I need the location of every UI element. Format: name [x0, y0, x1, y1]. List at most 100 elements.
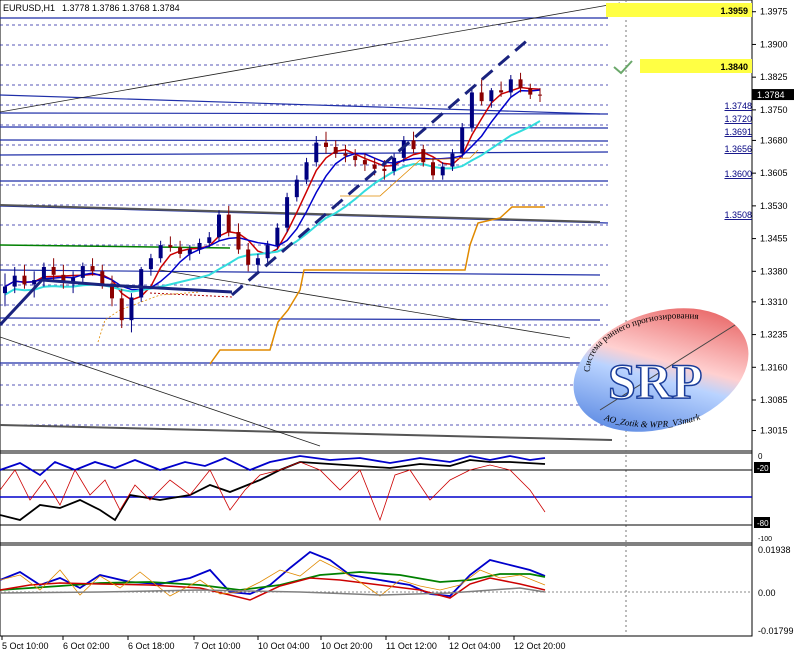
- ind1-black-line: [0, 459, 546, 522]
- candle-body: [22, 275, 27, 285]
- price-tick-label: 1.3310: [760, 297, 788, 307]
- ind2-tick-bottom: -0.01799: [758, 626, 794, 636]
- candle-body: [226, 214, 231, 233]
- level-labels: 1.3748 1.3720 1.3691 1.3656 1.3600 1.3508: [724, 101, 752, 220]
- candle-body: [12, 275, 17, 287]
- ma-red-line: [4, 86, 541, 301]
- level-label-1.3508: 1.3508: [724, 210, 752, 220]
- ind1-tick-20: -20: [757, 464, 769, 473]
- candle-body: [129, 297, 134, 321]
- candle-body: [499, 90, 504, 93]
- candle-body: [382, 168, 387, 171]
- candle-body: [304, 162, 309, 180]
- level-label-1.3656: 1.3656: [724, 144, 752, 154]
- candle-body: [168, 245, 173, 248]
- price-axis[interactable]: 1.3975 1.3900 1.3825 1.3750 1.3680 1.3605 1.35…: [752, 7, 788, 436]
- candle-body: [392, 157, 397, 171]
- time-tick-label: 6 Oct 02:00: [63, 641, 110, 651]
- candle-body: [197, 242, 202, 250]
- price-chart-svg[interactable]: EURUSD,H1 1.3778 1.3786 1.3768 1.3784 1.…: [0, 0, 794, 654]
- candle-body: [158, 245, 163, 259]
- price-tick-label: 1.3015: [760, 426, 788, 436]
- candle-body: [32, 280, 37, 285]
- candle-body: [431, 162, 435, 176]
- time-tick-label: 12 Oct 20:00: [514, 641, 566, 651]
- price-tick-label: 1.3160: [760, 362, 788, 372]
- ind1-tick-80: -80: [757, 519, 769, 528]
- price-tick-label: 1.3380: [760, 266, 788, 276]
- price-tick-label: 1.3680: [760, 135, 788, 145]
- candles-layer: [3, 72, 542, 333]
- time-axis[interactable]: 5 Oct 10:00 6 Oct 02:00 6 Oct 18:00 7 Oct 1…: [1, 636, 566, 651]
- srp-logo-icon: Система раннего прогнозирования AO_Zotik…: [573, 308, 749, 432]
- candle-body: [275, 227, 280, 246]
- ind2-tick-top: 0.01938: [758, 545, 791, 555]
- candle-body: [255, 258, 260, 265]
- price-tick-label: 1.3605: [760, 168, 788, 178]
- candle-body: [3, 286, 7, 294]
- stop-dotted-line: [97, 291, 201, 343]
- candle-body: [324, 142, 328, 147]
- highlight-level-1-label: 1.3959: [720, 6, 748, 16]
- candle-body: [460, 127, 465, 154]
- checkmark-icon: [613, 60, 633, 75]
- price-tick-label: 1.3900: [760, 39, 788, 49]
- level-label-1.3691: 1.3691: [724, 127, 752, 137]
- candle-body: [353, 155, 358, 161]
- highlight-level-2-label: 1.3840: [720, 62, 748, 72]
- candle-body: [90, 266, 95, 272]
- ohlc-readout: 1.3778 1.3786 1.3768 1.3784: [62, 3, 180, 13]
- candle-body: [362, 160, 367, 165]
- candle-body: [119, 298, 124, 321]
- candle-body: [178, 247, 183, 254]
- candle-body: [421, 149, 426, 163]
- candle-body: [294, 179, 299, 198]
- level-label-1.3748: 1.3748: [724, 101, 752, 111]
- price-tick-label: 1.3455: [760, 234, 788, 244]
- candle-body: [236, 232, 241, 250]
- price-tick-label: 1.3085: [760, 395, 788, 405]
- candle-body: [80, 266, 85, 278]
- candle-body: [538, 94, 542, 96]
- time-tick-label: 10 Oct 04:00: [258, 641, 310, 651]
- price-tick-label: 1.3750: [760, 105, 788, 115]
- green-level-line: [0, 244, 231, 249]
- channel-line: [0, 424, 613, 441]
- level-lines-layer: [0, 2, 621, 447]
- candle-body: [139, 269, 144, 298]
- candle-body: [100, 271, 105, 284]
- time-tick-label: 7 Oct 10:00: [194, 641, 241, 651]
- price-tick-label: 1.3825: [760, 72, 788, 82]
- level-label-1.3720: 1.3720: [724, 114, 752, 124]
- candle-body: [469, 92, 474, 128]
- level-line: [0, 126, 609, 129]
- ind1-tick-0: 0: [758, 452, 763, 461]
- time-tick-label: 10 Oct 20:00: [321, 641, 373, 651]
- current-price-label: 1.3784: [757, 90, 785, 100]
- candle-body: [372, 164, 377, 169]
- price-tick-label: 1.3530: [760, 201, 788, 211]
- ind1-tick-100: -100: [758, 536, 772, 543]
- flag-bottom-dotted: [149, 292, 233, 298]
- symbol-title: EURUSD,H1: [3, 3, 55, 13]
- channel-line: [0, 204, 601, 223]
- diagonal-trendline-3: [159, 269, 571, 339]
- time-tick-label: 5 Oct 10:00: [2, 641, 49, 651]
- candle-body: [148, 258, 153, 270]
- diagonal-trendline: [0, 2, 621, 113]
- ind1-red-line: [0, 461, 546, 522]
- candle-body: [41, 266, 46, 281]
- mt4-chart-window[interactable]: EURUSD,H1 1.3778 1.3786 1.3768 1.3784 1.…: [0, 0, 794, 654]
- candle-body: [285, 197, 290, 228]
- candle-body: [207, 237, 212, 243]
- level-line: [0, 112, 609, 115]
- time-tick-label: 6 Oct 18:00: [128, 641, 175, 651]
- logo-letters: SRP: [608, 353, 702, 409]
- candle-body: [246, 249, 251, 265]
- candle-body: [343, 153, 348, 156]
- time-tick-label: 12 Oct 04:00: [449, 641, 501, 651]
- level-label-1.3600: 1.3600: [724, 169, 752, 179]
- ind2-tick-zero: 0.00: [758, 588, 776, 598]
- candle-body: [333, 146, 338, 154]
- candle-body: [217, 214, 221, 238]
